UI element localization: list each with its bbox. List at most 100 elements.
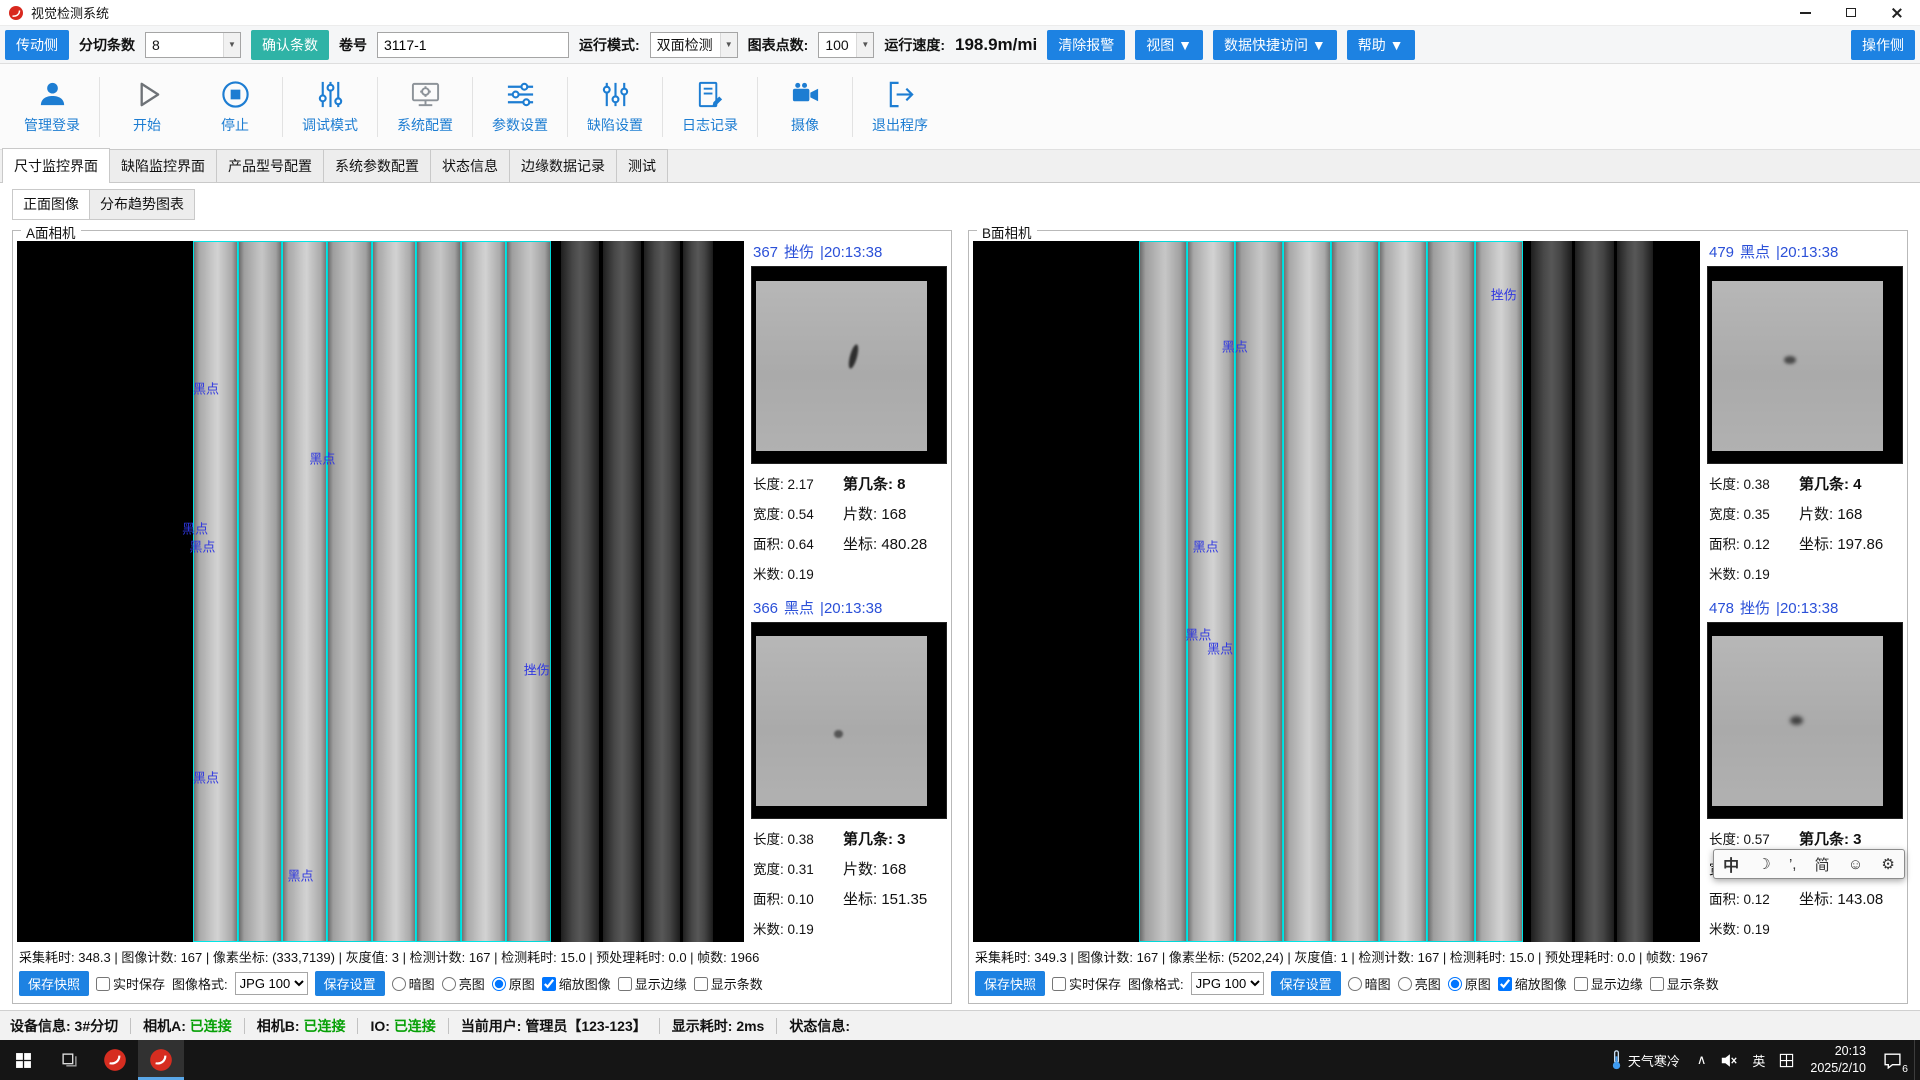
defect-card[interactable]: 366 黑点 |20:13:38 长度: 0.38 第几条: 3 宽度: 0.3… xyxy=(751,597,947,943)
zoom-image-input[interactable] xyxy=(542,977,556,991)
defect-card[interactable]: 478 挫伤 |20:13:38 长度: 0.57 第几条: 3 宽度: 0.2… xyxy=(1707,597,1903,943)
defect-settings-button[interactable]: 缺陷设置 xyxy=(571,69,659,145)
drive-side-button[interactable]: 传动侧 xyxy=(5,30,69,60)
dark-image-input[interactable] xyxy=(1348,977,1362,991)
realtime-save-checkbox[interactable]: 实时保存 xyxy=(1052,974,1121,993)
ime-emoji-icon[interactable]: ☺ xyxy=(1848,856,1863,873)
input-method-button[interactable] xyxy=(1772,1040,1801,1080)
realtime-save-checkbox[interactable]: 实时保存 xyxy=(96,974,165,993)
clear-alarm-button[interactable]: 清除报警 xyxy=(1047,30,1125,60)
thumb-field xyxy=(756,636,927,806)
original-image-radio[interactable]: 原图 xyxy=(1448,974,1491,993)
capture-button[interactable]: 摄像 xyxy=(761,69,849,145)
language-indicator[interactable]: 英 xyxy=(1745,1040,1772,1080)
save-snapshot-button[interactable]: 保存快照 xyxy=(975,971,1045,996)
close-button[interactable] xyxy=(1874,0,1920,25)
strip-count-select[interactable]: 8▼ xyxy=(145,32,241,58)
ime-settings-icon[interactable]: ⚙ xyxy=(1881,855,1894,873)
tab-defect-monitor[interactable]: 缺陷监控界面 xyxy=(109,149,217,183)
panel-a-status-line: 采集耗时: 348.3 | 图像计数: 167 | 像素坐标: (333,713… xyxy=(17,942,947,967)
admin-login-button[interactable]: 管理登录 xyxy=(8,69,96,145)
bright-image-radio[interactable]: 亮图 xyxy=(442,974,485,993)
roll-number-input[interactable] xyxy=(377,32,569,58)
show-edge-checkbox[interactable]: 显示边缘 xyxy=(618,974,687,993)
save-snapshot-button[interactable]: 保存快照 xyxy=(19,971,89,996)
zoom-image-checkbox[interactable]: 缩放图像 xyxy=(1498,974,1567,993)
hidden-icons-chevron[interactable]: ∧ xyxy=(1690,1040,1714,1080)
chart-points-select[interactable]: 100▼ xyxy=(818,32,874,58)
show-desktop-button[interactable] xyxy=(1914,1040,1920,1080)
defect-stats: 长度: 0.38 第几条: 3 宽度: 0.31 片数: 168 面积: 0.1… xyxy=(751,819,947,942)
original-image-radio[interactable]: 原图 xyxy=(492,974,535,993)
help-menu-button[interactable]: 帮助 ▼ xyxy=(1347,30,1415,60)
defect-id: 479 xyxy=(1709,244,1734,261)
user-icon xyxy=(37,79,68,110)
show-strips-input[interactable] xyxy=(694,977,708,991)
image-format-select[interactable]: JPG 100 xyxy=(1191,972,1264,995)
realtime-save-input[interactable] xyxy=(1052,977,1066,991)
dark-image-radio[interactable]: 暗图 xyxy=(1348,974,1391,993)
volume-muted-button[interactable] xyxy=(1713,1040,1745,1080)
thumb-field xyxy=(756,281,927,451)
operate-side-button[interactable]: 操作侧 xyxy=(1851,30,1915,60)
ime-punctuation-icon[interactable]: ’, xyxy=(1789,856,1797,873)
ime-simplified-icon[interactable]: 简 xyxy=(1815,854,1830,875)
realtime-save-input[interactable] xyxy=(96,977,110,991)
tab-size-monitor[interactable]: 尺寸监控界面 xyxy=(2,148,110,183)
subtab-trend-chart[interactable]: 分布趋势图表 xyxy=(89,189,195,220)
taskbar-clock[interactable]: 20:13 2025/2/10 xyxy=(1801,1043,1875,1077)
maximize-button[interactable] xyxy=(1828,0,1874,25)
show-strips-checkbox[interactable]: 显示条数 xyxy=(1650,974,1719,993)
ime-mode-chinese[interactable]: 中 xyxy=(1723,852,1739,876)
bright-image-input[interactable] xyxy=(1398,977,1412,991)
taskbar-app-1[interactable] xyxy=(92,1040,138,1080)
defect-card[interactable]: 367 挫伤 |20:13:38 长度: 2.17 第几条: 8 宽度: 0.5… xyxy=(751,241,947,587)
show-edge-input[interactable] xyxy=(618,977,632,991)
param-settings-button[interactable]: 参数设置 xyxy=(476,69,564,145)
exit-program-button[interactable]: 退出程序 xyxy=(856,69,944,145)
tab-test[interactable]: 测试 xyxy=(616,149,668,183)
start-button[interactable]: 开始 xyxy=(103,69,191,145)
stop-button[interactable]: 停止 xyxy=(191,69,279,145)
log-record-button[interactable]: 日志记录 xyxy=(666,69,754,145)
action-toolbar: 管理登录 开始 停止 调试模式 系统配置 参数设置 缺陷设置 xyxy=(0,64,1920,150)
zoom-image-input[interactable] xyxy=(1498,977,1512,991)
show-edge-input[interactable] xyxy=(1574,977,1588,991)
bright-image-radio[interactable]: 亮图 xyxy=(1398,974,1441,993)
defect-card[interactable]: 479 黑点 |20:13:38 长度: 0.38 第几条: 4 宽度: 0.3… xyxy=(1707,241,1903,587)
dark-image-input[interactable] xyxy=(392,977,406,991)
ime-toolbar: 中 ☽ ’, 简 ☺ ⚙ xyxy=(1713,849,1905,879)
system-config-button[interactable]: 系统配置 xyxy=(381,69,469,145)
tab-product-model[interactable]: 产品型号配置 xyxy=(216,149,324,183)
notification-center-button[interactable]: 6 xyxy=(1875,1040,1914,1080)
defect-annotation: 挫伤 xyxy=(1491,284,1517,303)
save-settings-button[interactable]: 保存设置 xyxy=(315,971,385,996)
view-menu-button[interactable]: 视图 ▼ xyxy=(1135,30,1203,60)
stat-length: 长度: 0.57 xyxy=(1709,828,1797,848)
task-view-button[interactable] xyxy=(46,1040,92,1080)
dark-image-radio[interactable]: 暗图 xyxy=(392,974,435,993)
minimize-button[interactable] xyxy=(1782,0,1828,25)
confirm-count-button[interactable]: 确认条数 xyxy=(251,30,329,60)
taskbar-app-2-active[interactable] xyxy=(138,1040,184,1080)
ime-moon-icon[interactable]: ☽ xyxy=(1757,855,1770,873)
image-format-select[interactable]: JPG 100 xyxy=(235,972,308,995)
original-image-input[interactable] xyxy=(1448,977,1462,991)
save-settings-button[interactable]: 保存设置 xyxy=(1271,971,1341,996)
tab-system-params[interactable]: 系统参数配置 xyxy=(323,149,431,183)
bright-image-input[interactable] xyxy=(442,977,456,991)
show-edge-checkbox[interactable]: 显示边缘 xyxy=(1574,974,1643,993)
debug-mode-button[interactable]: 调试模式 xyxy=(286,69,374,145)
subtab-front-image[interactable]: 正面图像 xyxy=(12,189,90,220)
tab-status-info[interactable]: 状态信息 xyxy=(430,149,510,183)
show-strips-checkbox[interactable]: 显示条数 xyxy=(694,974,763,993)
tab-edge-data[interactable]: 边缘数据记录 xyxy=(509,149,617,183)
run-mode-select[interactable]: 双面检测▼ xyxy=(650,32,738,58)
original-image-input[interactable] xyxy=(492,977,506,991)
weather-widget[interactable]: 天气寒冷 xyxy=(1601,1040,1690,1080)
data-quick-access-button[interactable]: 数据快捷访问 ▼ xyxy=(1213,30,1337,60)
start-button[interactable] xyxy=(0,1040,46,1080)
zoom-image-checkbox[interactable]: 缩放图像 xyxy=(542,974,611,993)
stat-coord: 坐标: 480.28 xyxy=(843,533,945,554)
show-strips-input[interactable] xyxy=(1650,977,1664,991)
